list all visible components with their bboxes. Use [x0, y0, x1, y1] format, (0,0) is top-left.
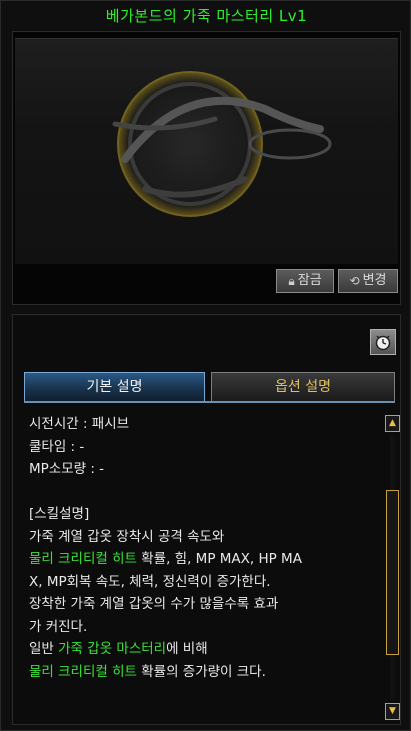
description-line-7: 물리 크리티컬 히트 확률의 증가량이 크다.	[29, 661, 379, 684]
lock-button[interactable]: 🔒︎ 잠금	[276, 269, 334, 293]
highlight-text: 가죽 갑옷 마스터리	[58, 641, 167, 657]
description-content: 시전시간 : 패시브 쿨타임 : - MP소모량 : - [스킬설명] 가죽 계…	[29, 413, 379, 718]
description-header: [스킬설명]	[29, 506, 90, 522]
window-title: 베가본드의 가죽 마스터리 Lv1	[105, 7, 308, 25]
cast-time-text: 시전시간 : 패시브	[29, 416, 130, 432]
highlight-text: 물리 크리티컬 히트	[29, 551, 137, 567]
description-line-4: 장착한 가죽 계열 갑옷의 수가 많을수록 효과	[29, 596, 279, 612]
skill-banner-image	[15, 38, 398, 264]
description-text: 확률, 힘, MP MAX, HP MA	[136, 551, 302, 567]
skill-image-panel: 🔒︎ 잠금 ⟲ 변경	[12, 31, 401, 305]
tab-basic-description[interactable]: 기본 설명	[24, 372, 205, 402]
scrollbar[interactable]: ▲ ▼	[385, 415, 400, 720]
lock-button-label: 잠금	[297, 273, 322, 288]
skill-description-panel: 기본 설명 옵션 설명 시전시간 : 패시브 쿨타임 : - MP소모량 : -…	[12, 314, 401, 725]
skill-info-window: 베가본드의 가죽 마스터리 Lv1 🔒︎ 잠금 ⟲ 변경 기본 설명 옵션 설명…	[0, 0, 411, 731]
description-line-2: 물리 크리티컬 히트 확률, 힘, MP MAX, HP MA	[29, 548, 379, 571]
change-button-label: 변경	[362, 273, 387, 288]
clock-button[interactable]	[370, 329, 396, 355]
description-line-1: 가죽 계열 갑옷 장착시 공격 속도와	[29, 528, 225, 545]
refresh-icon: ⟲	[349, 274, 360, 288]
skill-emblem-icon	[112, 71, 332, 217]
cooldown-text: 쿨타임 : -	[29, 438, 85, 455]
arrow-up-icon[interactable]: ▲	[385, 415, 400, 432]
description-line-3: X, MP회복 속도, 체력, 정신력이 증가한다.	[29, 573, 271, 590]
lock-icon: 🔒︎	[288, 274, 295, 288]
change-button[interactable]: ⟲ 변경	[338, 269, 398, 293]
scroll-thumb[interactable]	[386, 490, 399, 655]
mp-cost-text: MP소모량 : -	[29, 461, 105, 477]
description-text: 에 비해	[166, 641, 208, 657]
description-text: 확률의 증가량이 크다.	[136, 663, 266, 680]
tab-divider	[24, 401, 395, 403]
clock-icon	[375, 335, 391, 351]
description-text: 일반	[29, 641, 59, 657]
description-line-6: 일반 가죽 갑옷 마스터리에 비해	[29, 638, 379, 661]
highlight-text: 물리 크리티컬 히트	[29, 663, 137, 680]
tab-option-description[interactable]: 옵션 설명	[211, 372, 395, 402]
arrow-down-icon[interactable]: ▼	[385, 703, 400, 720]
description-line-5: 가 커진다.	[29, 618, 88, 635]
